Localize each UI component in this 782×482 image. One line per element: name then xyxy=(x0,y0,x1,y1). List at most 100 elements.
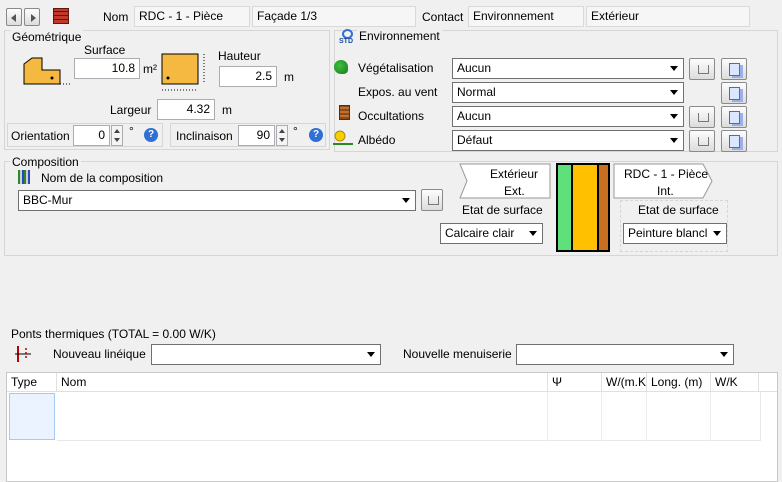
thermal-bridge-icon xyxy=(15,346,31,362)
table-row[interactable] xyxy=(9,393,55,440)
env-row-label-expos: Expos. au vent xyxy=(358,85,438,99)
occultations-house-button[interactable] xyxy=(689,106,715,128)
orientation-input[interactable]: 0 xyxy=(73,125,110,146)
expos-value: Normal xyxy=(457,85,496,99)
composition-house-button[interactable] xyxy=(421,189,443,211)
environnement-title: Environnement xyxy=(357,29,442,43)
ext-etat-surface-label: Etat de surface xyxy=(462,203,543,217)
inclinaison-label: Inclinaison xyxy=(176,129,233,143)
house-icon xyxy=(698,65,709,74)
col-divider xyxy=(710,392,711,441)
orientation-unit: ° xyxy=(129,124,134,138)
nav-prev-button[interactable] xyxy=(6,8,22,26)
shutter-icon xyxy=(339,105,350,120)
int-surface-select[interactable]: Peinture blancl xyxy=(623,223,727,244)
int-surface-value: Peinture blancl xyxy=(628,226,708,240)
expos-copy-button[interactable] xyxy=(721,82,747,104)
hauteur-label: Hauteur xyxy=(218,49,261,63)
nom-field: RDC - 1 - Pièce xyxy=(134,6,250,27)
composition-value: BBC-Mur xyxy=(23,193,73,207)
inclinaison-unit: ° xyxy=(293,124,298,138)
occultations-value: Aucun xyxy=(457,109,492,123)
col-divider xyxy=(646,392,647,441)
chevron-left-icon xyxy=(11,14,16,22)
wall-shape-icon xyxy=(23,57,72,85)
inclinaison-help-icon[interactable]: ? xyxy=(309,128,323,142)
hauteur-input[interactable]: 2.5 xyxy=(219,66,277,87)
house-icon xyxy=(698,113,709,122)
occultations-select[interactable]: Aucun xyxy=(452,106,684,127)
wall-layers-diagram xyxy=(556,163,610,252)
albedo-value: Défaut xyxy=(457,133,493,147)
col-wk[interactable]: W/K xyxy=(711,373,759,391)
albedo-select[interactable]: Défaut xyxy=(452,130,684,151)
composition-select[interactable]: BBC-Mur xyxy=(18,190,416,211)
surface-label: Surface xyxy=(84,43,126,57)
contact-side-field: Extérieur xyxy=(586,6,750,27)
layer-inner xyxy=(599,165,608,250)
layer-outer xyxy=(558,165,573,250)
col-psi[interactable]: Ψ xyxy=(548,373,602,391)
largeur-unit: m xyxy=(222,103,232,117)
ponts-title: Ponts thermiques (TOTAL = 0.00 W/K) xyxy=(11,327,216,341)
interior-title: RDC - 1 - Pièce xyxy=(624,167,709,181)
orientation-label: Orientation xyxy=(11,129,70,143)
albedo-house-button[interactable] xyxy=(689,130,715,152)
contact-label: Contact xyxy=(422,10,464,24)
occultations-copy-button[interactable] xyxy=(721,106,747,128)
contact-field: Environnement xyxy=(468,6,584,27)
albedo-copy-button[interactable] xyxy=(721,130,747,152)
col-divider xyxy=(601,392,602,441)
col-nom[interactable]: Nom xyxy=(57,373,548,391)
vegetalisation-select[interactable]: Aucun xyxy=(452,58,684,79)
nom-label: Nom xyxy=(103,10,129,24)
house-icon xyxy=(698,137,709,146)
vegetation-icon xyxy=(334,60,348,74)
std-badge-icon: STD xyxy=(339,29,357,47)
composition-name-label: Nom de la composition xyxy=(41,171,164,185)
largeur-input[interactable]: 4.32 xyxy=(157,99,215,120)
nouveau-lineique-label: Nouveau linéique xyxy=(53,347,146,361)
copy-icon xyxy=(729,135,740,148)
surface-unit: m² xyxy=(143,62,157,76)
col-long[interactable]: Long. (m) xyxy=(647,373,711,391)
col-wmk[interactable]: W/(m.K xyxy=(602,373,647,391)
env-row-label-albedo: Albédo xyxy=(358,133,396,147)
col-type[interactable]: Type xyxy=(7,373,57,391)
table-row-cells xyxy=(57,392,761,441)
orientation-stepper[interactable] xyxy=(111,125,123,146)
env-row-label-occultations: Occultations xyxy=(358,109,425,123)
albedo-sun-icon xyxy=(333,130,353,145)
std-badge-text: STD xyxy=(339,38,353,45)
vegetalisation-house-button[interactable] xyxy=(689,58,715,80)
orientation-help-icon[interactable]: ? xyxy=(144,128,158,142)
largeur-label: Largeur xyxy=(110,103,152,117)
composition-layers-icon xyxy=(18,170,30,184)
inclinaison-input[interactable]: 90 xyxy=(238,125,275,146)
nouveau-lineique-select[interactable] xyxy=(151,344,381,365)
nav-next-button[interactable] xyxy=(24,8,40,26)
house-icon xyxy=(428,196,439,205)
nouvelle-menuiserie-select[interactable] xyxy=(516,344,734,365)
inclinaison-stepper[interactable] xyxy=(276,125,288,146)
composition-title: Composition xyxy=(10,155,81,169)
layer-core xyxy=(573,165,599,250)
vegetalisation-copy-button[interactable] xyxy=(721,58,747,80)
ext-surface-select[interactable]: Calcaire clair xyxy=(440,223,543,244)
ponts-table: Type Nom Ψ W/(m.K Long. (m) W/K xyxy=(6,372,778,482)
copy-icon xyxy=(729,63,740,76)
exterior-title: Extérieur xyxy=(490,167,539,181)
vegetalisation-value: Aucun xyxy=(457,61,492,75)
col-divider xyxy=(547,392,548,441)
nouvelle-menuiserie-label: Nouvelle menuiserie xyxy=(403,347,512,361)
geometrie-title: Géométrique xyxy=(10,30,84,44)
surface-input[interactable]: 10.8 xyxy=(74,58,140,79)
interior-short: Int. xyxy=(657,184,674,198)
copy-icon xyxy=(729,111,740,124)
copy-icon xyxy=(729,87,740,100)
expos-select[interactable]: Normal xyxy=(452,82,684,103)
chevron-right-icon xyxy=(31,14,36,22)
wall-brick-icon xyxy=(53,8,69,24)
env-row-label-vegetalisation: Végétalisation xyxy=(358,61,434,75)
exterior-short: Ext. xyxy=(504,184,525,198)
